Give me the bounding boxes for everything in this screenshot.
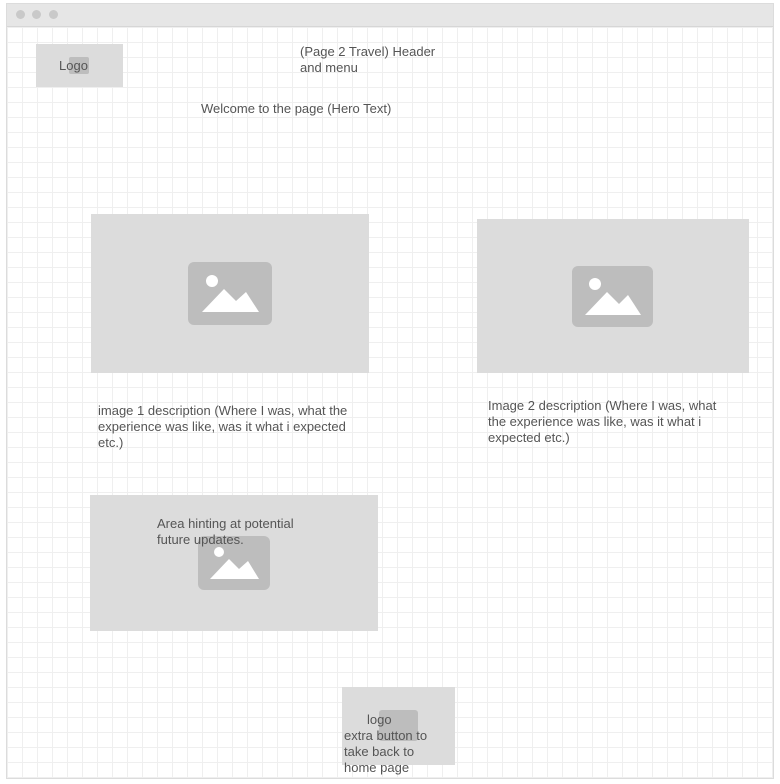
- future-updates-text: Area hinting at potential future updates…: [157, 516, 294, 547]
- home-button[interactable]: logo extra button to take back to home p…: [342, 687, 455, 775]
- image-icon: [572, 266, 653, 327]
- home-button-text: extra button to take back to home page: [344, 728, 428, 775]
- hero-text: Welcome to the page (Hero Text): [201, 101, 392, 116]
- footer-logo-label: logo: [367, 712, 392, 727]
- header-logo[interactable]: Logo: [36, 44, 123, 87]
- image-2-placeholder: [477, 219, 749, 373]
- header-menu-text: (Page 2 Travel) Header and menu: [300, 44, 436, 75]
- wireframe-canvas: Logo (Page 2 Travel) Header and menu Wel…: [7, 27, 773, 778]
- future-updates-area: Area hinting at potential future updates…: [90, 495, 378, 631]
- image-2-description: Image 2 description (Where I was, what t…: [488, 398, 717, 445]
- window-titlebar: [7, 4, 773, 27]
- image-1-description: image 1 description (Where I was, what t…: [98, 403, 348, 450]
- header-logo-label: Logo: [59, 58, 88, 73]
- window-close-dot[interactable]: [16, 10, 25, 19]
- image-icon: [188, 262, 272, 325]
- window-minimize-dot[interactable]: [32, 10, 41, 19]
- window-maximize-dot[interactable]: [49, 10, 58, 19]
- browser-window: Logo (Page 2 Travel) Header and menu Wel…: [6, 3, 774, 779]
- image-1-placeholder: [91, 214, 369, 373]
